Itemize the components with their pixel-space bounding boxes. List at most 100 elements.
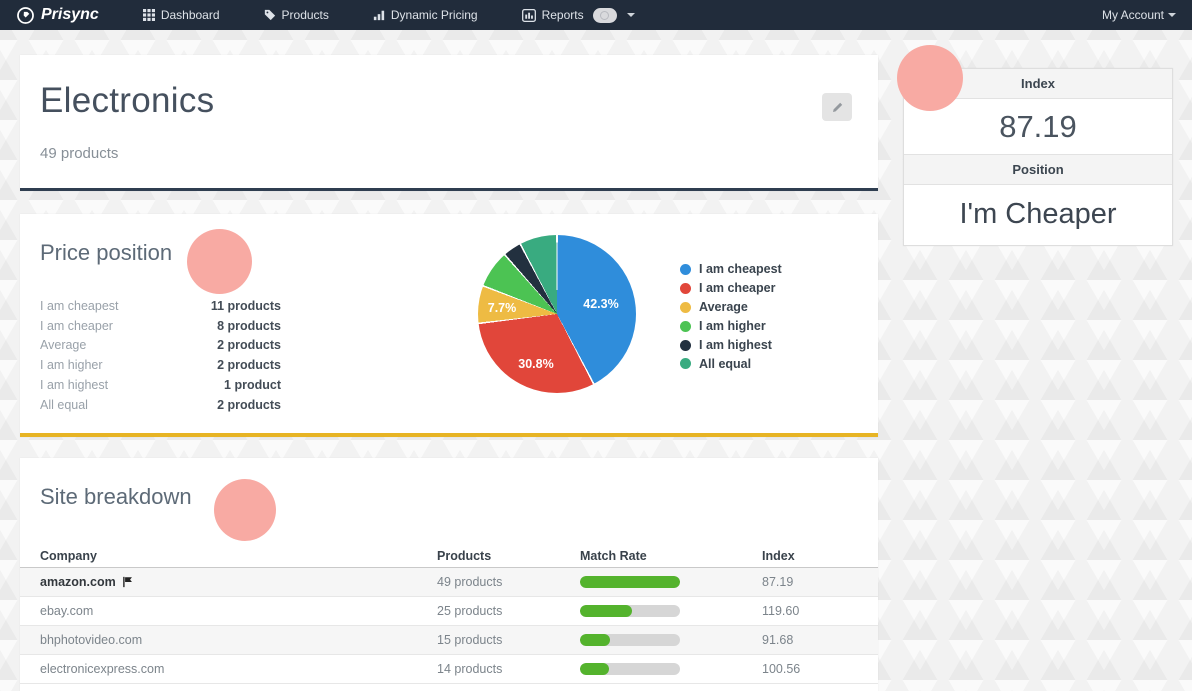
stat-row: All equal 2 products	[40, 395, 281, 415]
legend-item[interactable]: I am higher	[680, 317, 782, 336]
index-cell: 119.60	[762, 604, 858, 618]
company-name: electronicexpress.com	[40, 662, 164, 676]
company-cell[interactable]: ebay.com	[40, 604, 437, 618]
stat-value: 2 products	[217, 358, 281, 372]
nav-item-dashboard[interactable]: Dashboard	[143, 8, 220, 22]
price-position-pie-chart: 42.3% 30.8% 7.7%	[478, 235, 636, 393]
stat-label: I am higher	[40, 358, 103, 372]
reports-badge-dot	[600, 11, 609, 20]
site-breakdown-title: Site breakdown	[40, 484, 192, 510]
legend-dot	[680, 264, 691, 275]
nav-label-products: Products	[282, 8, 329, 22]
company-name: amazon.com	[40, 575, 116, 589]
pencil-icon	[831, 101, 844, 114]
nav-item-products[interactable]: Products	[264, 8, 329, 22]
nav-item-dynamic-pricing[interactable]: Dynamic Pricing	[373, 8, 478, 22]
bar-chart-icon	[373, 9, 385, 21]
company-cell[interactable]: bhphotovideo.com	[40, 633, 437, 647]
match-rate-fill	[580, 576, 680, 588]
legend-label: I am highest	[699, 338, 772, 352]
annotation-circle	[897, 45, 963, 111]
pie-slice-label: 42.3%	[573, 297, 629, 311]
legend-item[interactable]: I am cheaper	[680, 279, 782, 298]
pie-legend: I am cheapest I am cheaper Average I am …	[680, 260, 782, 373]
legend-item[interactable]: I am highest	[680, 336, 782, 355]
legend-item[interactable]: Average	[680, 298, 782, 317]
column-header-company: Company	[40, 549, 437, 563]
annotation-circle	[214, 479, 276, 541]
stat-row: I am highest 1 product	[40, 375, 281, 395]
stat-value: 2 products	[217, 398, 281, 412]
stat-label: I am cheapest	[40, 299, 119, 313]
match-rate-bar	[580, 634, 680, 646]
dashboard-grid-icon	[143, 9, 155, 21]
column-header-match-rate: Match Rate	[580, 549, 762, 563]
company-cell[interactable]: electronicexpress.com	[40, 662, 437, 676]
match-rate-fill	[580, 605, 632, 617]
company-name: ebay.com	[40, 604, 93, 618]
stat-row: I am cheapest 11 products	[40, 296, 281, 316]
company-cell[interactable]: amazon.com	[40, 575, 437, 589]
legend-dot	[680, 283, 691, 294]
legend-dot	[680, 340, 691, 351]
my-account-label: My Account	[1102, 8, 1164, 22]
brand-name: Prisync	[41, 6, 99, 24]
nav-label-dashboard: Dashboard	[161, 8, 220, 22]
position-header: Position	[904, 155, 1172, 185]
stat-label: Average	[40, 338, 86, 352]
table-row: electronicexpress.com 14 products 100.56	[20, 655, 878, 684]
legend-item[interactable]: All equal	[680, 354, 782, 373]
annotation-circle	[187, 229, 252, 294]
legend-item[interactable]: I am cheapest	[680, 260, 782, 279]
legend-label: Average	[699, 300, 748, 314]
table-row: bhphotovideo.com 15 products 91.68	[20, 626, 878, 655]
tag-icon	[264, 9, 276, 21]
nav-item-reports[interactable]: Reports	[522, 8, 635, 23]
match-rate-fill	[580, 634, 610, 646]
reports-badge	[593, 8, 617, 23]
stat-value: 11 products	[211, 299, 281, 313]
index-cell: 100.56	[762, 662, 858, 676]
stat-label: All equal	[40, 398, 88, 412]
table-header-row: Company Products Match Rate Index	[20, 544, 878, 568]
chevron-down-icon	[627, 13, 635, 17]
site-breakdown-table: Company Products Match Rate Index amazon…	[20, 544, 878, 684]
stat-value: 1 product	[224, 378, 281, 392]
legend-label: I am cheaper	[699, 281, 775, 295]
site-breakdown-card: Site breakdown Company Products Match Ra…	[20, 458, 878, 691]
match-rate-bar	[580, 576, 680, 588]
match-rate-fill	[580, 663, 609, 675]
price-position-title: Price position	[40, 240, 172, 266]
stat-label: I am highest	[40, 378, 108, 392]
index-cell: 87.19	[762, 575, 858, 589]
flag-icon	[122, 576, 134, 588]
products-cell: 49 products	[437, 575, 580, 589]
product-count: 49 products	[40, 145, 118, 162]
company-name: bhphotovideo.com	[40, 633, 142, 647]
pie-slice-label: 7.7%	[478, 301, 526, 315]
chevron-down-icon	[1168, 13, 1176, 17]
stat-row: I am cheaper 8 products	[40, 316, 281, 336]
category-header-card: Electronics 49 products	[20, 55, 878, 191]
column-header-index: Index	[762, 549, 858, 563]
prisync-logo-icon	[16, 6, 35, 25]
my-account-menu[interactable]: My Account	[1102, 8, 1176, 22]
brand-logo[interactable]: Prisync	[16, 6, 99, 25]
products-cell: 15 products	[437, 633, 580, 647]
table-row: amazon.com 49 products 87.19	[20, 568, 878, 597]
stat-value: 8 products	[217, 319, 281, 333]
legend-label: I am higher	[699, 319, 766, 333]
table-row: ebay.com 25 products 119.60	[20, 597, 878, 626]
nav-label-reports: Reports	[542, 8, 584, 22]
top-navbar: Prisync Dashboard Products	[0, 0, 1192, 30]
match-rate-bar	[580, 663, 680, 675]
reports-chart-icon	[522, 9, 536, 22]
stat-label: I am cheaper	[40, 319, 113, 333]
index-cell: 91.68	[762, 633, 858, 647]
price-position-card: Price position I am cheapest 11 products…	[20, 214, 878, 437]
products-cell: 14 products	[437, 662, 580, 676]
position-value: I'm Cheaper	[904, 185, 1172, 245]
legend-dot	[680, 358, 691, 369]
legend-label: All equal	[699, 357, 751, 371]
edit-category-button[interactable]	[822, 93, 852, 121]
